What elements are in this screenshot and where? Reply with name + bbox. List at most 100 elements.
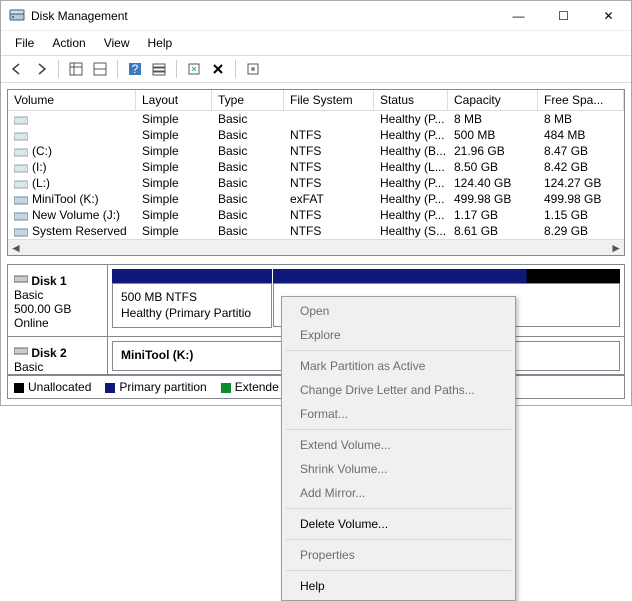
col-capacity[interactable]: Capacity [448,90,538,110]
tree-view-icon[interactable] [90,59,110,79]
disk-1-type: Basic [14,288,43,302]
legend-unallocated-swatch [14,383,24,393]
list-view-icon[interactable] [149,59,169,79]
ctx-mark-active[interactable]: Mark Partition as Active [284,354,513,378]
ctx-add-mirror[interactable]: Add Mirror... [284,481,513,505]
volume-status: Healthy (L... [374,159,448,175]
menu-action[interactable]: Action [44,34,93,52]
col-type[interactable]: Type [212,90,284,110]
col-filesystem[interactable]: File System [284,90,374,110]
volume-free: 499.98 GB [538,191,624,207]
volume-capacity: 8 MB [448,111,538,127]
volume-row[interactable]: (L:)SimpleBasicNTFSHealthy (P...124.40 G… [8,175,624,191]
volume-free: 8.29 GB [538,223,624,239]
disk-1-size: 500.00 GB [14,302,71,316]
volume-row[interactable]: System ReservedSimpleBasicNTFSHealthy (S… [8,223,624,239]
col-layout[interactable]: Layout [136,90,212,110]
volume-capacity: 124.40 GB [448,175,538,191]
volume-row[interactable]: SimpleBasicNTFSHealthy (P...500 MB484 MB [8,127,624,143]
disk-1-state: Online [14,316,49,330]
volume-status: Healthy (P... [374,127,448,143]
volume-status: Healthy (P... [374,111,448,127]
disk-1-name: Disk 1 [31,274,66,288]
volume-capacity: 499.98 GB [448,191,538,207]
ctx-help[interactable]: Help [284,574,513,598]
volume-capacity: 1.17 GB [448,207,538,223]
volume-list-header[interactable]: Volume Layout Type File System Status Ca… [8,90,624,111]
volume-free: 484 MB [538,127,624,143]
volume-free: 124.27 GB [538,175,624,191]
refresh-icon[interactable] [184,59,204,79]
volume-layout: Simple [136,175,212,191]
menu-file[interactable]: File [7,34,42,52]
ctx-shrink-volume[interactable]: Shrink Volume... [284,457,513,481]
ctx-extend-volume[interactable]: Extend Volume... [284,433,513,457]
col-free[interactable]: Free Spa... [538,90,624,110]
volume-name: (I:) [32,160,47,174]
disk-icon [14,274,28,288]
horizontal-scrollbar[interactable]: ◄ ► [8,239,624,255]
scroll-left-icon[interactable]: ◄ [10,241,22,255]
back-icon[interactable] [7,59,27,79]
volume-capacity: 500 MB [448,127,538,143]
context-menu: Open Explore Mark Partition as Active Ch… [281,296,516,601]
ctx-change-letter[interactable]: Change Drive Letter and Paths... [284,378,513,402]
disk-1-label[interactable]: Disk 1 Basic 500.00 GB Online [8,265,108,336]
volume-status: Healthy (B... [374,143,448,159]
scroll-right-icon[interactable]: ► [610,241,622,255]
minimize-button[interactable]: — [496,1,541,30]
volume-fs: exFAT [284,191,374,207]
legend-primary-swatch [105,383,115,393]
volume-row[interactable]: MiniTool (K:)SimpleBasicexFATHealthy (P.… [8,191,624,207]
partition-500mb[interactable]: 500 MB NTFS Healthy (Primary Partitio [112,283,272,328]
ctx-open[interactable]: Open [284,299,513,323]
ctx-explore[interactable]: Explore [284,323,513,347]
volume-status: Healthy (P... [374,207,448,223]
volume-layout: Simple [136,159,212,175]
maximize-button[interactable]: ☐ [541,1,586,30]
volume-free: 8.47 GB [538,143,624,159]
volume-row[interactable]: SimpleBasicHealthy (P...8 MB8 MB [8,111,624,127]
volume-type: Basic [212,159,284,175]
properties-icon[interactable] [243,59,263,79]
titlebar[interactable]: Disk Management — ☐ ✕ [1,1,631,31]
ctx-properties[interactable]: Properties [284,543,513,567]
volume-free: 1.15 GB [538,207,624,223]
forward-icon[interactable] [31,59,51,79]
volume-row[interactable]: (I:)SimpleBasicNTFSHealthy (L...8.50 GB8… [8,159,624,175]
ctx-delete-volume[interactable]: Delete Volume... [284,512,513,536]
volume-status: Healthy (P... [374,191,448,207]
help-icon[interactable]: ? [125,59,145,79]
disk-2-type: Basic [14,360,43,374]
volume-row[interactable]: (C:)SimpleBasicNTFSHealthy (B...21.96 GB… [8,143,624,159]
ctx-format[interactable]: Format... [284,402,513,426]
partition-size-text: 500 MB NTFS [121,290,263,306]
delete-icon[interactable] [208,59,228,79]
disk-icon [14,346,28,360]
volume-status: Healthy (P... [374,175,448,191]
volume-layout: Simple [136,223,212,239]
volume-row[interactable]: New Volume (J:)SimpleBasicNTFSHealthy (P… [8,207,624,223]
volume-icon [14,194,28,204]
volume-fs [284,111,374,127]
close-button[interactable]: ✕ [586,1,631,30]
col-status[interactable]: Status [374,90,448,110]
volume-fs: NTFS [284,223,374,239]
col-volume[interactable]: Volume [8,90,136,110]
table-view-icon[interactable] [66,59,86,79]
disk-2-label[interactable]: Disk 2 Basic [8,337,108,374]
legend-primary: Primary partition [119,380,206,394]
menu-view[interactable]: View [96,34,138,52]
volume-layout: Simple [136,111,212,127]
volume-layout: Simple [136,143,212,159]
volume-capacity: 8.61 GB [448,223,538,239]
volume-type: Basic [212,191,284,207]
volume-icon [14,130,28,140]
volume-type: Basic [212,223,284,239]
volume-icon [14,114,28,124]
volume-list: Volume Layout Type File System Status Ca… [7,89,625,256]
menu-help[interactable]: Help [140,34,181,52]
volume-type: Basic [212,143,284,159]
volume-status: Healthy (S... [374,223,448,239]
volume-icon [14,210,28,220]
